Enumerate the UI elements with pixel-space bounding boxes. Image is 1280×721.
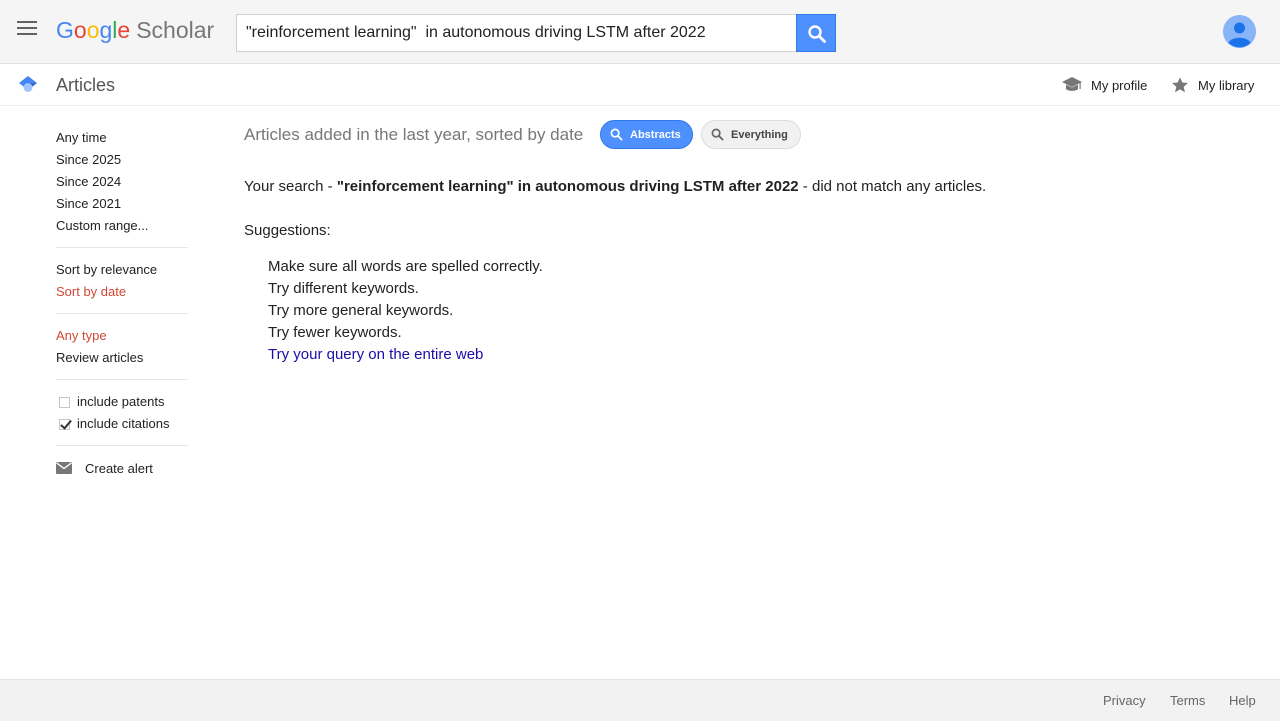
page-title: Articles	[56, 75, 116, 95]
page-footer: Privacy Terms Help	[0, 679, 1280, 721]
my-library-label: My library	[1198, 77, 1255, 93]
search-icon	[808, 25, 826, 43]
query-text: "reinforcement learning" in autonomous d…	[336, 178, 799, 195]
suggestion-item: Try different keywords.	[268, 280, 419, 297]
my-profile-link[interactable]: My profile	[1062, 75, 1147, 95]
help-link[interactable]: Help	[1229, 693, 1256, 708]
abstracts-toggle-button[interactable]: Abstracts	[600, 120, 693, 149]
no-match-message: Your search - "reinforcement learning" i…	[244, 178, 987, 195]
search-web-link[interactable]: Try your query on the entire web	[268, 346, 483, 363]
filter-any-time[interactable]: Any time	[56, 127, 188, 149]
person-icon	[1223, 15, 1256, 48]
my-profile-label: My profile	[1091, 77, 1148, 93]
search-icon	[711, 128, 724, 141]
everything-toggle-button[interactable]: Everything	[701, 120, 801, 149]
envelope-icon	[56, 462, 72, 474]
suggestion-item: Make sure all words are spelled correctl…	[268, 258, 543, 275]
top-header: Google Scholar	[0, 0, 1280, 64]
include-patents-toggle[interactable]: include patents	[56, 391, 188, 413]
sort-by-relevance[interactable]: Sort by relevance	[56, 259, 188, 281]
sidebar-divider	[56, 445, 188, 446]
search-box	[236, 14, 796, 52]
include-citations-toggle[interactable]: include citations	[56, 413, 188, 435]
hamburger-menu-icon[interactable]	[17, 21, 37, 37]
suggestion-item: Try more general keywords.	[268, 302, 454, 319]
terms-link[interactable]: Terms	[1170, 693, 1205, 708]
results-summary: Articles added in the last year, sorted …	[244, 125, 584, 144]
filter-sidebar: Any time Since 2025 Since 2024 Since 202…	[56, 127, 188, 479]
scholar-cap-icon	[19, 76, 37, 92]
type-review-articles[interactable]: Review articles	[56, 347, 188, 369]
include-patents-checkbox[interactable]	[59, 396, 70, 408]
filter-since-2024[interactable]: Since 2024	[56, 171, 188, 193]
filter-custom-range[interactable]: Custom range...	[56, 215, 188, 237]
suggestions-heading: Suggestions:	[244, 222, 331, 239]
include-citations-checkbox[interactable]	[59, 418, 70, 430]
account-avatar[interactable]	[1223, 15, 1256, 48]
privacy-link[interactable]: Privacy	[1103, 693, 1146, 708]
suggestions-list: Make sure all words are spelled correctl…	[268, 256, 543, 366]
everything-label: Everything	[731, 128, 788, 141]
search-input[interactable]	[237, 15, 796, 51]
search-icon	[610, 128, 623, 141]
search-button[interactable]	[796, 14, 836, 52]
sidebar-divider	[56, 313, 188, 314]
abstracts-label: Abstracts	[630, 128, 681, 141]
create-alert-label: Create alert	[85, 460, 153, 476]
filter-since-2025[interactable]: Since 2025	[56, 149, 188, 171]
sort-by-date[interactable]: Sort by date	[56, 281, 188, 303]
sidebar-divider	[56, 247, 188, 248]
filter-since-2021[interactable]: Since 2021	[56, 193, 188, 215]
include-citations-label: include citations	[77, 416, 170, 431]
google-scholar-logo[interactable]: Google Scholar	[56, 14, 214, 50]
create-alert-button[interactable]: Create alert	[56, 457, 188, 479]
type-any[interactable]: Any type	[56, 325, 188, 347]
star-icon	[1172, 77, 1188, 93]
suggestion-item: Try fewer keywords.	[268, 324, 402, 341]
sidebar-divider	[56, 379, 188, 380]
include-patents-label: include patents	[77, 394, 165, 409]
graduation-cap-icon	[1062, 77, 1082, 91]
sub-header: Articles My profile My library	[0, 64, 1280, 106]
my-library-link[interactable]: My library	[1171, 75, 1254, 95]
